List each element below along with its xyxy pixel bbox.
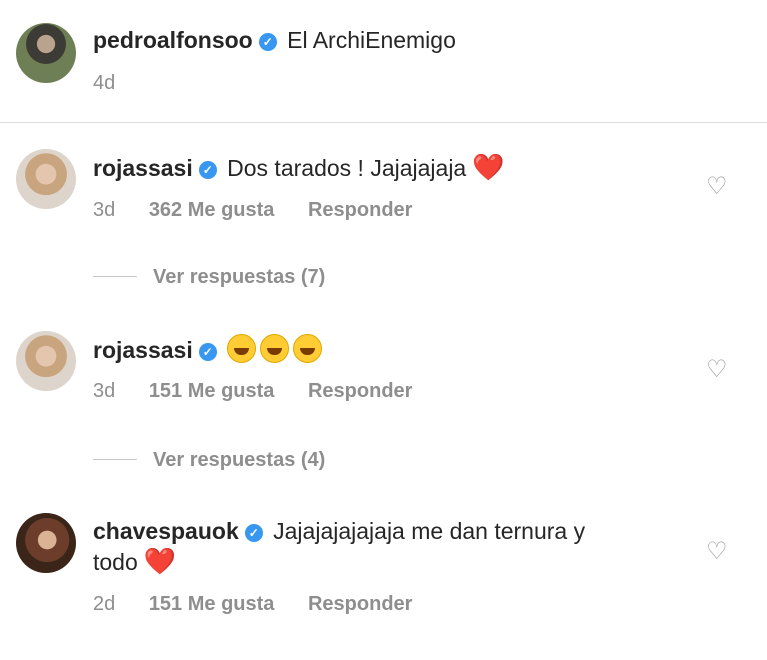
replies-line bbox=[93, 459, 137, 460]
comment-time: 3d bbox=[93, 199, 116, 221]
post-username[interactable]: pedroalfonsoo bbox=[93, 27, 253, 53]
comment-text: Dos tarados ! Jajajajaja bbox=[227, 155, 467, 181]
comment-username[interactable]: rojassasi bbox=[93, 337, 193, 363]
heart-emoji-icon: ❤️ bbox=[472, 152, 505, 182]
like-count-button[interactable]: 151 Me gusta bbox=[149, 593, 275, 615]
laughing-emoji-icon bbox=[227, 334, 257, 363]
heart-outline-icon[interactable]: ♡ bbox=[706, 172, 728, 201]
divider bbox=[0, 122, 767, 123]
view-replies-button[interactable]: Ver respuestas (4) bbox=[93, 449, 325, 472]
like-count-button[interactable]: 151 Me gusta bbox=[149, 380, 275, 402]
comment-username[interactable]: chavespauok bbox=[93, 518, 239, 544]
comment-time: 3d bbox=[93, 380, 116, 402]
verified-badge-icon: ✓ bbox=[258, 33, 277, 51]
reply-button[interactable]: Responder bbox=[308, 593, 412, 615]
avatar-chavespauok[interactable] bbox=[16, 513, 76, 573]
avatar-rojassasi[interactable] bbox=[16, 331, 76, 391]
view-replies-button[interactable]: Ver respuestas (7) bbox=[93, 266, 325, 289]
comment-meta: 3d 151 Me gusta Responder bbox=[93, 380, 440, 403]
reply-button[interactable]: Responder bbox=[308, 380, 412, 402]
reply-button[interactable]: Responder bbox=[308, 199, 412, 221]
heart-emoji-icon: ❤️ bbox=[143, 546, 177, 576]
view-replies-label: Ver respuestas (7) bbox=[153, 266, 326, 288]
laughing-emoji-icon bbox=[293, 334, 323, 363]
view-replies-label: Ver respuestas (4) bbox=[153, 449, 326, 471]
verified-badge-icon: ✓ bbox=[244, 524, 263, 542]
post-caption-row: pedroalfonsoo ✓ El ArchiEnemigo bbox=[93, 25, 456, 55]
comment-row: rojassasi ✓ Dos tarados ! Jajajajaja ❤️ bbox=[93, 152, 505, 183]
comment-time: 2d bbox=[93, 593, 116, 615]
post-caption: El ArchiEnemigo bbox=[287, 27, 456, 53]
heart-outline-icon[interactable]: ♡ bbox=[706, 537, 728, 566]
comment-text: Jajajajajajaja me dan ternura y bbox=[273, 518, 586, 544]
comment-row: rojassasi ✓ bbox=[93, 334, 326, 365]
verified-badge-icon: ✓ bbox=[198, 161, 217, 179]
laughing-emoji-icon bbox=[260, 334, 290, 363]
verified-badge-icon: ✓ bbox=[198, 343, 217, 361]
heart-outline-icon[interactable]: ♡ bbox=[706, 355, 728, 384]
post-meta: 4d bbox=[93, 72, 143, 95]
comment-row-continued: todo ❤️ bbox=[93, 546, 176, 577]
comment-meta: 2d 151 Me gusta Responder bbox=[93, 593, 440, 616]
post-time: 4d bbox=[93, 72, 116, 94]
comment-meta: 3d 362 Me gusta Responder bbox=[93, 199, 440, 222]
comment-text-line2: todo bbox=[93, 549, 138, 575]
replies-line bbox=[93, 276, 137, 277]
comment-username[interactable]: rojassasi bbox=[93, 155, 193, 181]
like-count-button[interactable]: 362 Me gusta bbox=[149, 199, 275, 221]
avatar-pedroalfonsoo[interactable] bbox=[16, 23, 76, 83]
comment-row: chavespauok ✓ Jajajajajajaja me dan ternu… bbox=[93, 516, 585, 546]
avatar-rojassasi[interactable] bbox=[16, 149, 76, 209]
